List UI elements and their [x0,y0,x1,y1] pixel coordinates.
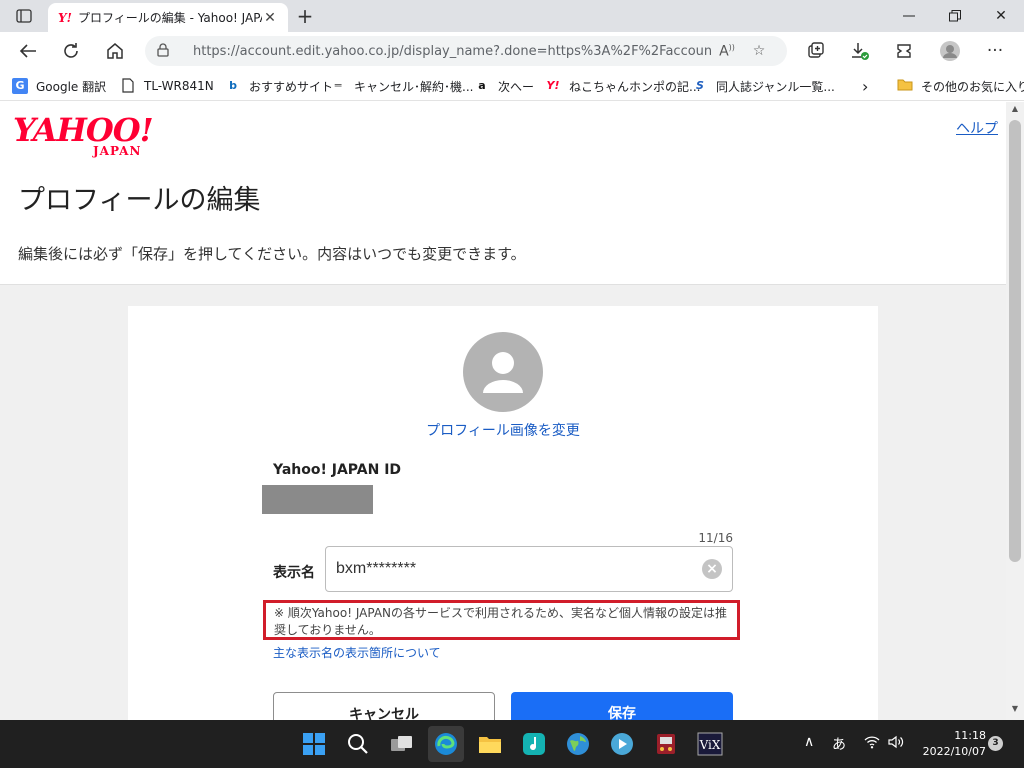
bookmark-label: その他のお気に入り [921,79,1024,94]
address-bar[interactable]: https://account.edit.yahoo.co.jp/display… [145,36,787,66]
clear-input-icon[interactable]: × [702,559,722,579]
wifi-icon[interactable] [864,735,880,753]
navigation-bar: https://account.edit.yahoo.co.jp/display… [0,32,1024,70]
music-app-icon[interactable] [516,726,552,762]
notification-count-badge[interactable]: 3 [988,736,1003,751]
bookmark-recommended[interactable]: b おすすめサイト [225,76,333,96]
bookmark-label: おすすめサイト [249,79,334,94]
display-name-input[interactable]: bxm******** × [325,546,733,592]
web-page: YAHOO! JAPAN ヘルプ プロフィールの編集 編集後には必ず「保存」を押… [0,102,1006,720]
google-translate-icon: G [12,78,28,94]
add-favorite-icon[interactable]: ☆ [743,43,775,59]
minimize-window-button[interactable] [886,0,932,32]
page-description: 編集後には必ず「保存」を押してください。内容はいつでも変更できます。 [18,245,526,263]
lock-icon[interactable] [157,42,177,60]
yahoo-id-redacted [262,485,373,514]
yahoo-id-label: Yahoo! JAPAN ID [273,462,402,478]
bookmark-label: キャンセル･解約･機... [354,79,474,94]
windows-taskbar: ViX ∧ あ 11:18 2022/10/07 3 [0,720,1024,768]
bing-icon: b [229,79,237,92]
profile-edit-card: プロフィール画像を変更 Yahoo! JAPAN ID 11/16 表示名 bx… [128,306,878,720]
vix-app-icon[interactable]: ViX [692,726,728,762]
close-window-button[interactable]: ✕ [978,0,1024,32]
amazon-icon: a [478,79,486,92]
recorder-app-icon[interactable] [648,726,684,762]
display-name-value: bxm******** [336,560,417,577]
display-locations-link[interactable]: 主な表示名の表示箇所について [273,644,441,661]
equals-icon: ═ [334,79,342,92]
logo-main-text: YAHOO! [13,111,154,149]
media-player-icon[interactable] [604,726,640,762]
search-icon[interactable] [340,726,376,762]
show-hidden-icons-chevron-icon[interactable]: ∧ [804,734,814,750]
edge-browser-icon[interactable] [428,726,464,762]
character-count: 11/16 [698,531,733,545]
downloads-icon[interactable] [845,37,875,65]
bookmark-doujin[interactable]: S 同人誌ジャンル一覧... [692,76,835,96]
page-title: プロフィールの編集 [18,185,261,216]
clock-date[interactable]: 2022/10/07 [914,745,986,758]
folder-icon [897,78,913,94]
scrollbar-thumb[interactable] [1009,120,1021,562]
yahoo-icon: Y! [546,79,560,92]
new-tab-button[interactable]: + [292,4,318,28]
start-windows-icon[interactable] [296,726,332,762]
profile-avatar-icon[interactable] [935,37,965,65]
tab-strip: Y! プロフィールの編集 - Yahoo! JAPAN ✕ + ✕ [0,0,1024,32]
bookmark-amazon[interactable]: a 次へー [474,76,534,96]
back-button[interactable] [13,37,43,65]
bookmark-neko[interactable]: Y! ねこちゃんホンポの記... [545,76,701,96]
logo-sub-text: JAPAN [93,144,142,158]
volume-icon[interactable] [888,735,904,753]
display-name-label: 表示名 [273,565,315,581]
svg-text:ViX: ViX [699,738,721,752]
extensions-icon[interactable] [889,37,919,65]
yahoo-japan-logo[interactable]: YAHOO! JAPAN [13,111,154,158]
restore-window-button[interactable] [932,0,978,32]
bookmark-label: Google 翻訳 [36,79,107,94]
bookmarks-bar: G Google 翻訳 TL-WR841N b おすすめサイト ═ キャンセル･… [0,70,1024,101]
page-icon [120,78,136,94]
settings-more-icon[interactable]: ··· [980,37,1010,65]
file-explorer-icon[interactable] [472,726,508,762]
bookmark-other-favorites[interactable]: その他のお気に入り [897,76,1024,96]
tab-actions-icon[interactable] [12,6,36,26]
bookmark-label: ねこちゃんホンポの記... [569,79,701,94]
privacy-notice: ※ 順次Yahoo! JAPANの各サービスで利用されるため、実名など個人情報の… [263,600,740,640]
scroll-up-arrow-icon[interactable]: ▲ [1006,104,1024,118]
home-button[interactable] [100,37,130,65]
help-link[interactable]: ヘルプ [956,118,998,138]
url-text: https://account.edit.yahoo.co.jp/display… [193,43,711,59]
ime-indicator[interactable]: あ [832,734,846,754]
s-icon: S [696,79,704,92]
yahoo-favicon-icon: Y! [58,10,72,25]
bookmark-label: TL-WR841N [144,79,214,93]
refresh-button[interactable] [56,37,86,65]
page-header: YAHOO! JAPAN ヘルプ プロフィールの編集 編集後には必ず「保存」を押… [0,102,1006,285]
tab-title: プロフィールの編集 - Yahoo! JAPAN [78,11,262,25]
clock-time[interactable]: 11:18 [946,729,986,742]
bookmark-label: 同人誌ジャンル一覧... [716,79,835,94]
change-profile-image-link[interactable]: プロフィール画像を変更 [128,420,878,440]
profile-avatar[interactable] [463,332,543,412]
collections-icon[interactable] [801,37,831,65]
bookmark-google-translate[interactable]: G Google 翻訳 [12,76,106,96]
close-tab-icon[interactable]: ✕ [262,10,278,26]
bookmarks-overflow-chevron-icon[interactable]: › [862,76,868,96]
read-aloud-icon[interactable]: A)) [711,43,743,60]
browser-tab-active[interactable]: Y! プロフィールの編集 - Yahoo! JAPAN ✕ [48,3,288,32]
page-scrollbar[interactable]: ▲ ▼ [1006,102,1024,720]
save-button[interactable]: 保存 [511,692,733,720]
scroll-down-arrow-icon[interactable]: ▼ [1006,704,1024,718]
globe-app-icon[interactable] [560,726,596,762]
cancel-button[interactable]: キャンセル [273,692,495,720]
user-silhouette-icon [483,352,523,393]
bookmark-cancel[interactable]: ═ キャンセル･解約･機... [330,76,474,96]
bookmark-label: 次へー [498,79,535,94]
task-view-icon[interactable] [384,726,420,762]
bookmark-tl-wr841n[interactable]: TL-WR841N [120,76,214,96]
